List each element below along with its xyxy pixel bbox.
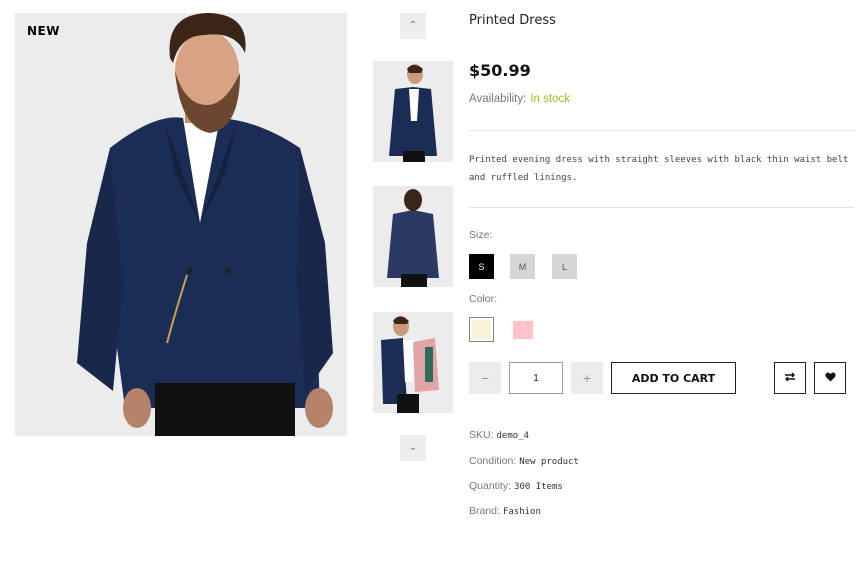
- compare-icon: [784, 369, 796, 387]
- divider: [469, 207, 854, 208]
- brand-row: Brand: Fashion: [469, 505, 541, 517]
- availability-label: Availability:: [469, 93, 527, 105]
- quantity-input[interactable]: [509, 362, 563, 394]
- chevron-up-icon: ⌃: [408, 20, 418, 31]
- product-title: Printed Dress: [469, 13, 556, 28]
- thumbnail-open-jacket[interactable]: [373, 312, 453, 413]
- add-to-cart-button[interactable]: ADD TO CART: [611, 362, 736, 394]
- product-description: Printed evening dress with straight slee…: [469, 155, 849, 183]
- thumbnail-front[interactable]: [373, 61, 453, 162]
- new-badge: NEW: [27, 24, 60, 38]
- quantity-decrease-button[interactable]: −: [469, 362, 501, 394]
- compare-button[interactable]: [774, 362, 806, 394]
- wishlist-button[interactable]: [814, 362, 846, 394]
- brand-value: Fashion: [502, 507, 541, 517]
- color-label: Color:: [469, 293, 498, 305]
- condition-value: New product: [519, 457, 579, 467]
- thumbnail-back[interactable]: [373, 186, 453, 287]
- sku-value: demo_4: [496, 431, 530, 441]
- quantity-label: Quantity:: [469, 480, 512, 492]
- availability: Availability: In stock: [469, 93, 570, 105]
- thumbnails-down-button[interactable]: ⌄: [400, 435, 426, 461]
- chevron-down-icon: ⌄: [408, 442, 418, 453]
- size-label: Size:: [469, 229, 493, 241]
- sku-row: SKU: demo_4: [469, 429, 529, 441]
- sku-label: SKU:: [469, 429, 494, 441]
- divider: [469, 130, 854, 131]
- availability-value: In stock: [530, 93, 570, 105]
- color-swatch-cream[interactable]: [469, 317, 494, 342]
- size-option-m[interactable]: M: [510, 254, 535, 279]
- quantity-increase-button[interactable]: +: [571, 362, 603, 394]
- quantity-value: 300 Items: [514, 482, 563, 492]
- brand-label: Brand:: [469, 505, 500, 517]
- main-product-image[interactable]: NEW: [15, 13, 347, 436]
- condition-label: Condition:: [469, 455, 517, 467]
- thumbnails-up-button[interactable]: ⌃: [400, 13, 426, 39]
- quantity-row: Quantity: 300 Items: [469, 480, 563, 492]
- size-option-l[interactable]: L: [552, 254, 577, 279]
- size-option-s[interactable]: S: [469, 254, 494, 279]
- condition-row: Condition: New product: [469, 455, 579, 467]
- heart-icon: [824, 369, 836, 387]
- color-swatch-pink[interactable]: [513, 321, 533, 339]
- product-price: $50.99: [469, 61, 531, 80]
